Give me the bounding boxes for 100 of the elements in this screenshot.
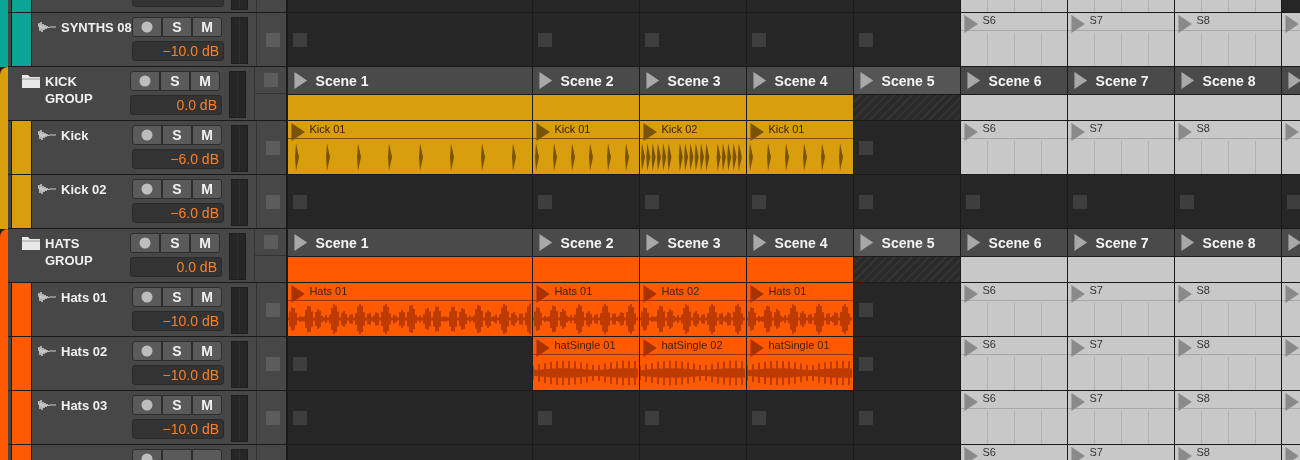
play-icon[interactable] xyxy=(1181,72,1195,89)
clip-slot[interactable]: S8 xyxy=(1175,283,1282,336)
scene-button[interactable]: Scene 5 xyxy=(854,229,961,257)
stop-button[interactable] xyxy=(293,356,307,371)
stop-button[interactable] xyxy=(859,302,873,317)
play-icon[interactable] xyxy=(964,123,979,141)
clip-slot[interactable]: S6 xyxy=(961,283,1068,336)
stop-button[interactable] xyxy=(966,194,980,209)
audio-clip[interactable]: hatSingle 01 xyxy=(747,337,854,390)
solo-button[interactable]: S xyxy=(162,395,192,415)
play-icon[interactable] xyxy=(536,339,551,357)
record-arm-button[interactable] xyxy=(132,395,162,415)
play-icon[interactable] xyxy=(646,72,660,89)
play-icon[interactable] xyxy=(539,234,553,251)
scene-button[interactable]: Scene 3 xyxy=(640,229,747,257)
play-icon[interactable] xyxy=(643,285,658,303)
solo-button[interactable]: S xyxy=(160,233,190,253)
stop-button[interactable] xyxy=(293,32,307,47)
scene-button[interactable]: Scene 8 xyxy=(1175,67,1282,95)
stop-button[interactable] xyxy=(752,410,766,425)
clip-slot[interactable]: S8 xyxy=(1175,121,1282,174)
stop-button[interactable] xyxy=(752,32,766,47)
audio-clip[interactable]: hatSingle 01 xyxy=(533,337,640,390)
stop-button[interactable] xyxy=(859,140,873,155)
clip-slot[interactable]: S7 xyxy=(1068,337,1175,390)
scene-button[interactable]: Scene 4 xyxy=(747,67,854,95)
record-arm-button[interactable] xyxy=(130,233,160,253)
scene-button[interactable]: Scene 3 xyxy=(640,67,747,95)
volume-field[interactable]: −10.0 dB xyxy=(132,41,224,61)
volume-field[interactable]: 0.0 dB xyxy=(130,257,222,277)
play-icon[interactable] xyxy=(967,72,981,89)
audio-clip[interactable]: Kick 01 xyxy=(288,121,533,174)
clip-slot[interactable]: S7 xyxy=(1068,445,1175,460)
play-icon[interactable] xyxy=(1071,123,1086,141)
mute-button[interactable]: M xyxy=(192,125,222,145)
solo-button[interactable]: S xyxy=(162,179,192,199)
volume-field[interactable]: −6.0 dB xyxy=(132,149,224,169)
solo-button[interactable]: S xyxy=(160,71,190,91)
stop-button[interactable] xyxy=(645,194,659,209)
record-arm-button[interactable] xyxy=(132,287,162,307)
clip-slot[interactable]: S8 xyxy=(1175,13,1282,66)
solo-button[interactable]: S xyxy=(162,287,192,307)
scene-button[interactable]: Scene 1 xyxy=(288,229,533,257)
volume-field[interactable]: −10.0 dB xyxy=(132,365,224,385)
stop-button[interactable] xyxy=(1073,194,1087,209)
audio-clip[interactable]: Hats 02 xyxy=(640,283,747,336)
play-icon[interactable] xyxy=(964,339,979,357)
play-icon[interactable] xyxy=(291,285,306,303)
play-icon[interactable] xyxy=(1178,123,1193,141)
play-icon[interactable] xyxy=(1071,285,1086,303)
clip-slot[interactable]: S7 xyxy=(1068,13,1175,66)
mute-button[interactable]: M xyxy=(190,71,220,91)
play-icon[interactable] xyxy=(643,339,658,357)
volume-field[interactable]: −10.0 dB xyxy=(132,419,224,439)
record-arm-button[interactable] xyxy=(132,17,162,37)
scene-button[interactable]: Scene 8 xyxy=(1175,229,1282,257)
clip-slot[interactable]: S6 xyxy=(961,337,1068,390)
play-icon[interactable] xyxy=(1071,393,1086,411)
stop-button[interactable] xyxy=(1180,194,1194,209)
solo-button[interactable]: S xyxy=(162,125,192,145)
audio-clip[interactable]: Kick 02 xyxy=(640,121,747,174)
play-icon[interactable] xyxy=(291,123,306,141)
play-icon[interactable] xyxy=(1285,285,1300,303)
solo-button[interactable]: S xyxy=(162,341,192,361)
stop-button[interactable] xyxy=(538,194,552,209)
play-icon[interactable] xyxy=(536,123,551,141)
play-icon[interactable] xyxy=(1288,72,1300,89)
play-icon[interactable] xyxy=(964,285,979,303)
clip-slot[interactable]: S6 xyxy=(961,391,1068,444)
scene-button[interactable]: Scene 7 xyxy=(1068,67,1175,95)
audio-clip[interactable]: Hats 01 xyxy=(747,283,854,336)
volume-field[interactable]: −6.0 dB xyxy=(132,203,224,223)
stop-button[interactable] xyxy=(859,194,873,209)
play-icon[interactable] xyxy=(1178,339,1193,357)
record-arm-button[interactable] xyxy=(132,341,162,361)
mute-button[interactable]: M xyxy=(192,179,222,199)
scene-button[interactable]: Scene 5 xyxy=(854,67,961,95)
clip-slot[interactable]: S8 xyxy=(1175,445,1282,460)
play-icon[interactable] xyxy=(643,123,658,141)
scene-button[interactable]: Scene 2 xyxy=(533,229,640,257)
play-icon[interactable] xyxy=(964,447,979,460)
stop-button[interactable] xyxy=(293,194,307,209)
mute-button[interactable]: M xyxy=(192,287,222,307)
play-icon[interactable] xyxy=(967,234,981,251)
mute-button[interactable]: M xyxy=(192,341,222,361)
play-icon[interactable] xyxy=(1074,72,1088,89)
volume-field[interactable]: −10.0 dB xyxy=(132,311,224,331)
clip-slot[interactable]: S6 xyxy=(961,445,1068,460)
play-icon[interactable] xyxy=(1071,15,1086,33)
mute-button[interactable]: M xyxy=(192,395,222,415)
play-icon[interactable] xyxy=(1178,447,1193,460)
clip-slot[interactable]: S7 xyxy=(1068,121,1175,174)
play-icon[interactable] xyxy=(753,72,767,89)
stop-button[interactable] xyxy=(645,410,659,425)
play-icon[interactable] xyxy=(294,72,308,89)
clip-slot[interactable]: S8 xyxy=(1175,391,1282,444)
record-arm-button[interactable] xyxy=(130,71,160,91)
clip-slot[interactable]: S7 xyxy=(1068,391,1175,444)
stop-button[interactable] xyxy=(859,356,873,371)
play-icon[interactable] xyxy=(1285,339,1300,357)
